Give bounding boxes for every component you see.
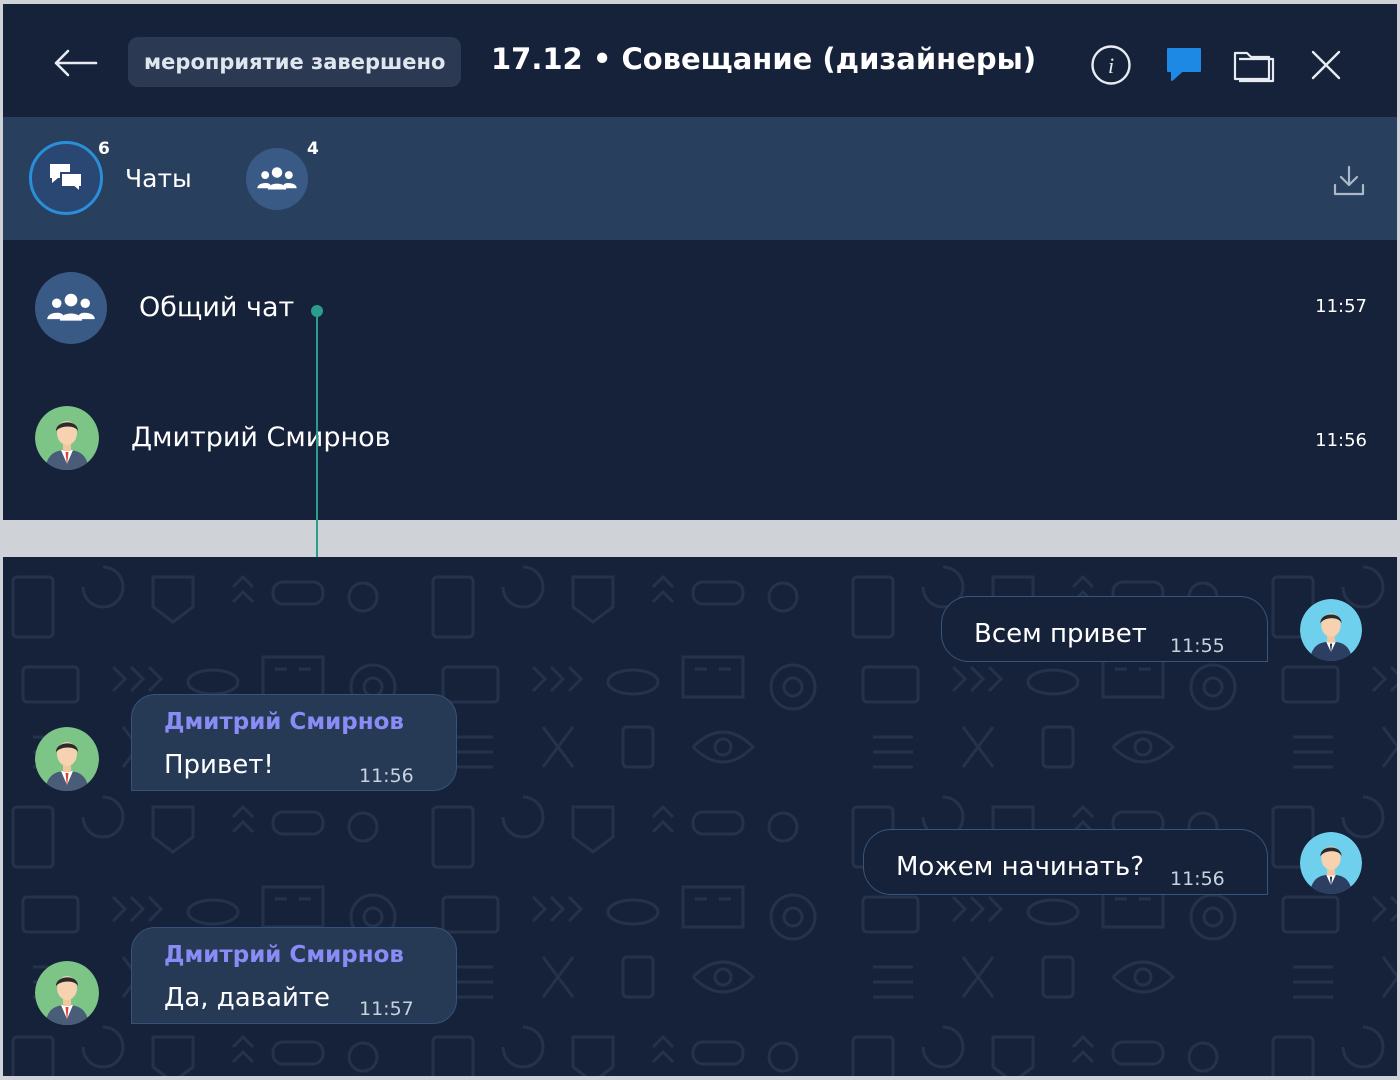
info-icon: i [1091, 45, 1131, 85]
status-badge: мероприятие завершено [128, 37, 462, 87]
message-time: 11:57 [359, 998, 414, 1020]
my-avatar [1300, 832, 1362, 894]
back-button[interactable] [49, 40, 101, 86]
message-outgoing: Можем начинать? 11:56 [863, 829, 1268, 895]
message-time: 11:56 [1170, 868, 1225, 890]
chat-bubble-icon [1167, 48, 1201, 81]
chat-toolbar: 6 Чаты 4 [3, 117, 1397, 240]
sender-avatar [35, 961, 99, 1025]
chats-label: Чаты [125, 164, 192, 193]
header: мероприятие завершено 17.12 • Совещание … [3, 4, 1397, 117]
folder-icon [1233, 51, 1275, 83]
message-time: 11:56 [359, 765, 414, 787]
close-icon [1311, 50, 1341, 80]
participants-icon [256, 163, 298, 195]
arrow-left-icon [54, 49, 98, 77]
files-button[interactable] [1231, 42, 1277, 88]
message-text: Привет! [164, 750, 274, 780]
message-time: 11:55 [1170, 635, 1225, 657]
event-chat-panel: мероприятие завершено 17.12 • Совещание … [3, 4, 1397, 520]
message-sender: Дмитрий Смирнов [164, 942, 404, 968]
close-button[interactable] [1303, 42, 1349, 88]
message-outgoing: Всем привет 11:55 [941, 596, 1268, 662]
download-icon [1333, 165, 1365, 196]
chat-time: 11:57 [1315, 296, 1367, 317]
chats-count-badge: 6 [98, 139, 110, 159]
tab-participants[interactable] [246, 148, 308, 210]
page-title: 17.12 • Совещание (дизайнеры) [491, 42, 1037, 76]
message-incoming: Дмитрий Смирнов Да, давайте 11:57 [131, 927, 457, 1024]
info-button[interactable]: i [1088, 42, 1134, 88]
message-text: Да, давайте [164, 983, 330, 1013]
person-avatar [35, 406, 99, 470]
group-icon [45, 289, 97, 327]
chats-icon [50, 164, 83, 195]
chat-list-item[interactable]: Общий чат 11:57 [3, 248, 1397, 368]
chat-time: 11:56 [1315, 430, 1367, 451]
group-chat-avatar [35, 272, 107, 344]
chat-name: Общий чат [139, 292, 295, 323]
chat-list-item[interactable]: Дмитрий Смирнов 11:56 [3, 378, 1397, 498]
chat-button[interactable] [1161, 42, 1207, 88]
message-sender: Дмитрий Смирнов [164, 709, 404, 735]
download-button[interactable] [1331, 163, 1367, 199]
chat-conversation: Всем привет 11:55 Дмитрий Смирнов Привет… [3, 557, 1397, 1076]
my-avatar [1300, 599, 1362, 661]
tab-chats[interactable] [29, 141, 103, 215]
chat-name: Дмитрий Смирнов [131, 422, 391, 453]
message-text: Можем начинать? [896, 852, 1145, 882]
app-frame: мероприятие завершено 17.12 • Совещание … [0, 0, 1400, 1080]
connector-dot [311, 305, 323, 317]
connector-line [316, 312, 318, 557]
message-text: Всем привет [974, 619, 1147, 649]
svg-text:i: i [1108, 53, 1114, 78]
participants-count-badge: 4 [307, 139, 319, 159]
sender-avatar [35, 727, 99, 791]
message-incoming: Дмитрий Смирнов Привет! 11:56 [131, 694, 457, 791]
